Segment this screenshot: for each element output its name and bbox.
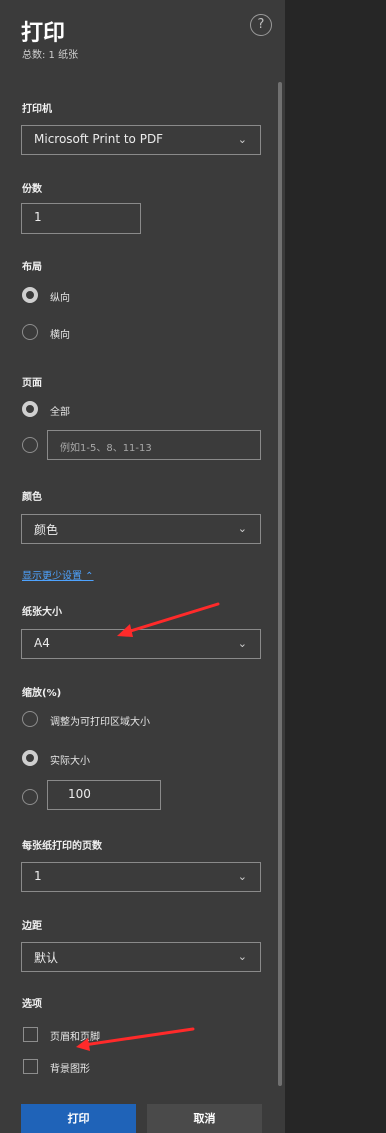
layout-label: 布局 [22,262,42,273]
chevron-down-icon: ⌄ [237,637,247,650]
paper-size-dropdown[interactable]: A4 ⌄ [21,629,261,659]
headers-footers-checkbox[interactable] [23,1027,38,1042]
page-range-input[interactable]: 例如1-5、8、11-13 [47,430,261,460]
page-range-radio[interactable] [22,437,38,453]
copies-label: 份数 [22,184,42,195]
print-settings-panel: 打印 总数: 1 纸张 ? 打印机 Microsoft Print to PDF… [0,0,285,1133]
scale-label: 缩放(%) [22,688,62,699]
print-preview-area [285,0,386,1133]
chevron-down-icon: ⌄ [237,950,247,963]
color-label: 颜色 [22,492,42,503]
color-value: 颜色 [34,523,59,537]
all-pages-label: 全部 [50,407,70,418]
background-graphics-checkbox[interactable] [23,1059,38,1074]
actual-size-label: 实际大小 [50,756,90,767]
fit-printable-area-radio[interactable] [22,711,38,727]
fit-printable-area-label: 调整为可打印区域大小 [50,717,150,728]
pages-per-sheet-label: 每张纸打印的页数 [22,841,102,852]
color-dropdown[interactable]: 颜色 ⌄ [21,514,261,544]
margins-value: 默认 [34,951,59,965]
help-icon[interactable]: ? [250,14,272,36]
chevron-down-icon: ⌄ [237,522,247,535]
chevron-down-icon: ⌄ [237,870,247,883]
portrait-label: 纵向 [50,293,70,304]
custom-scale-value: 100 [68,787,91,801]
printer-dropdown[interactable]: Microsoft Print to PDF ⌄ [21,125,261,155]
headers-footers-label: 页眉和页脚 [50,1032,100,1043]
actual-size-radio[interactable] [22,750,38,766]
pages-per-sheet-dropdown[interactable]: 1 ⌄ [21,862,261,892]
custom-scale-radio[interactable] [22,789,38,805]
chevron-down-icon: ⌄ [237,133,247,146]
paper-size-value: A4 [34,636,50,650]
landscape-radio[interactable] [22,324,38,340]
paper-size-label: 纸张大小 [22,607,62,618]
cancel-button[interactable]: 取消 [147,1104,262,1133]
copies-input[interactable]: 1 [21,203,141,234]
copies-value: 1 [34,210,42,224]
all-pages-radio[interactable] [22,401,38,417]
background-graphics-label: 背景图形 [50,1064,90,1075]
pages-per-sheet-value: 1 [34,869,42,883]
pages-label: 页面 [22,378,42,389]
print-button[interactable]: 打印 [21,1104,136,1133]
custom-scale-input[interactable]: 100 [47,780,161,810]
scrollbar-thumb[interactable] [278,82,282,1086]
landscape-label: 横向 [50,330,70,341]
options-label: 选项 [22,999,42,1010]
show-fewer-settings-link[interactable]: 显示更少设置 ⌃ [22,567,94,582]
printer-label: 打印机 [22,104,52,115]
page-title: 打印 [21,21,66,46]
page-range-placeholder: 例如1-5、8、11-13 [60,443,152,454]
printer-value: Microsoft Print to PDF [34,132,164,146]
sheet-count: 总数: 1 纸张 [22,50,79,61]
scrollbar[interactable] [276,72,284,1086]
margins-dropdown[interactable]: 默认 ⌄ [21,942,261,972]
portrait-radio[interactable] [22,287,38,303]
margins-label: 边距 [22,921,42,932]
